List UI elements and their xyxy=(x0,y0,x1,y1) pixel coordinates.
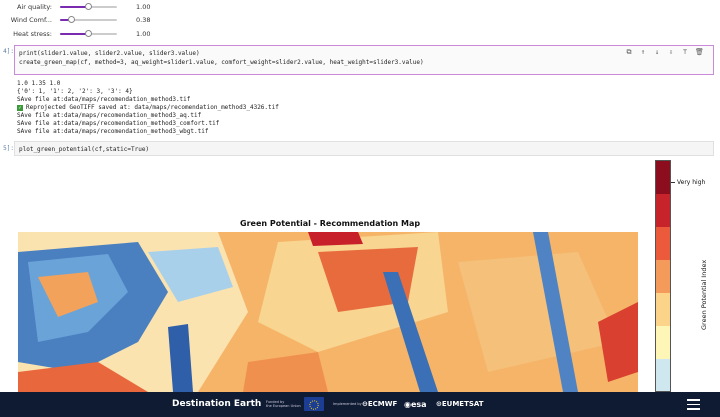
ecmwf-text: ECMWF xyxy=(367,400,398,408)
colorbar-segment xyxy=(656,293,670,326)
slider-value: 1.00 xyxy=(136,3,151,11)
output-text: Reprojected GeoTIFF saved at: data/maps/… xyxy=(26,104,279,111)
copy-icon[interactable]: ⧉ xyxy=(625,48,633,56)
slider-thumb[interactable] xyxy=(68,16,75,23)
cell-prompt: 4]: xyxy=(3,48,14,55)
slider-track[interactable] xyxy=(60,16,117,23)
code-line: plot_green_potential(cf,static=True) xyxy=(19,146,150,153)
figure-title: Green Potential - Recommendation Map xyxy=(240,219,421,228)
arrow-down-icon[interactable]: ↓ xyxy=(653,48,661,56)
eu-flag-icon xyxy=(304,397,324,411)
trash-icon[interactable]: 🗑 xyxy=(695,48,704,56)
colorbar-segment xyxy=(656,260,670,293)
format-icon[interactable]: ⊤ xyxy=(681,48,689,56)
implemented-by-text: Implemented by xyxy=(333,402,362,406)
slider-value: 1.00 xyxy=(136,30,151,38)
colorbar-segment xyxy=(656,194,670,227)
funded-line: the European Union xyxy=(266,404,301,408)
cell-prompt: 5]: xyxy=(3,145,14,152)
esa-text: esa xyxy=(410,400,427,409)
cell-output: 1.0 1.35 1.0 {'0': 1, '1': 2, '2': 3, '3… xyxy=(17,80,279,136)
save-icon[interactable]: ⇩ xyxy=(667,48,675,56)
code-line: print(slider1.value, slider2.value, slid… xyxy=(19,50,200,57)
slider-track[interactable] xyxy=(60,3,117,10)
brand-title[interactable]: Destination Earth xyxy=(172,399,261,409)
ecmwf-logo[interactable]: ⊖ECMWF xyxy=(362,400,397,408)
colorbar-tick xyxy=(671,182,675,183)
slider-air-quality[interactable]: Air quality: 1.00 xyxy=(0,0,160,14)
colorbar-axis-label: Green Potential Index xyxy=(700,259,708,330)
eumetsat-logo[interactable]: ⊙EUMETSAT xyxy=(436,400,484,408)
slider-wind-comfort[interactable]: Wind Comf... 0.38 xyxy=(0,13,160,27)
check-icon: ✓ xyxy=(17,104,23,111)
slider-label: Air quality: xyxy=(17,3,52,11)
colorbar xyxy=(655,160,671,392)
code-cell-4[interactable]: print(slider1.value, slider2.value, slid… xyxy=(14,45,714,75)
menu-icon[interactable] xyxy=(687,399,700,410)
cell-toolbar: ⧉ ↑ ↓ ⇩ ⊤ 🗑 xyxy=(625,48,704,56)
colorbar-segment xyxy=(656,359,670,391)
slider-value: 0.38 xyxy=(136,16,151,24)
code-cell-5[interactable]: plot_green_potential(cf,static=True) xyxy=(14,141,714,156)
slider-label: Wind Comf... xyxy=(10,16,52,24)
slider-fill xyxy=(60,33,88,35)
slider-thumb[interactable] xyxy=(85,3,92,10)
colorbar-segment xyxy=(656,326,670,359)
eumetsat-text: EUMETSAT xyxy=(441,400,484,408)
colorbar-segment xyxy=(656,227,670,260)
slider-track[interactable] xyxy=(60,30,117,37)
colorbar-segment xyxy=(656,161,670,194)
code-line: create_green_map(cf, method=3, aq_weight… xyxy=(19,59,424,66)
notebook-page: Air quality: 1.00 Wind Comf... 0.38 Heat… xyxy=(0,0,720,417)
slider-label: Heat stress: xyxy=(13,30,52,38)
footer-bar: Destination Earth Funded by the European… xyxy=(0,392,720,417)
output-line: SAve file at:data/maps/recomendation_met… xyxy=(17,96,191,103)
output-line: 1.0 1.35 1.0 xyxy=(17,80,61,87)
slider-fill xyxy=(60,6,88,8)
slider-thumb[interactable] xyxy=(85,30,92,37)
green-potential-map xyxy=(18,232,638,392)
colorbar-top-label: Very high xyxy=(677,179,706,186)
output-line: SAve file at:data/maps/recomendation_met… xyxy=(17,112,202,119)
funded-by-text: Funded by the European Union xyxy=(266,400,301,408)
output-line: {'0': 1, '1': 2, '2': 3, '3': 4} xyxy=(17,88,133,95)
output-line-reprojected: ✓ Reprojected GeoTIFF saved at: data/maps… xyxy=(17,104,279,112)
esa-logo[interactable]: ◉esa xyxy=(404,400,427,409)
output-line: SAve file at:data/maps/recomendation_met… xyxy=(17,120,220,127)
slider-heat-stress[interactable]: Heat stress: 1.00 xyxy=(0,27,160,41)
output-line: SAve file at:data/maps/recomendation_met… xyxy=(17,128,209,135)
arrow-up-icon[interactable]: ↑ xyxy=(639,48,647,56)
